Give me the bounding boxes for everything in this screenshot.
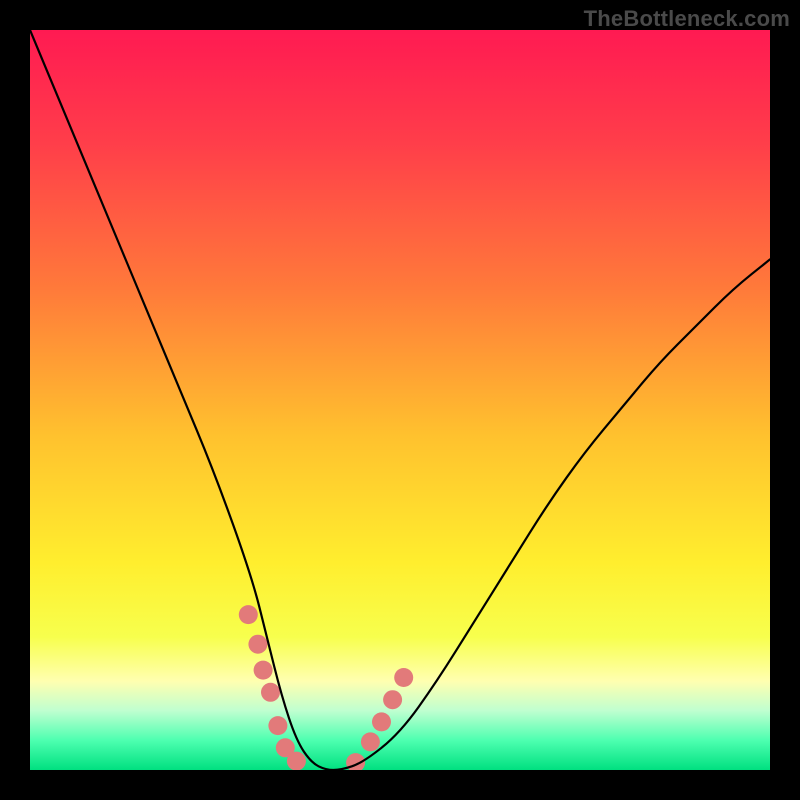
- marker-dot: [248, 635, 267, 654]
- marker-dot: [361, 732, 380, 751]
- plot-area: [30, 30, 770, 770]
- marker-dot: [383, 690, 402, 709]
- gradient-background: [30, 30, 770, 770]
- marker-dot: [261, 683, 280, 702]
- bottleneck-chart: [30, 30, 770, 770]
- marker-dot: [287, 752, 306, 770]
- chart-frame: TheBottleneck.com: [0, 0, 800, 800]
- marker-dot: [268, 716, 287, 735]
- marker-dot: [254, 661, 273, 680]
- marker-dot: [239, 605, 258, 624]
- marker-dot: [372, 712, 391, 731]
- marker-dot: [394, 668, 413, 687]
- watermark-text: TheBottleneck.com: [584, 6, 790, 32]
